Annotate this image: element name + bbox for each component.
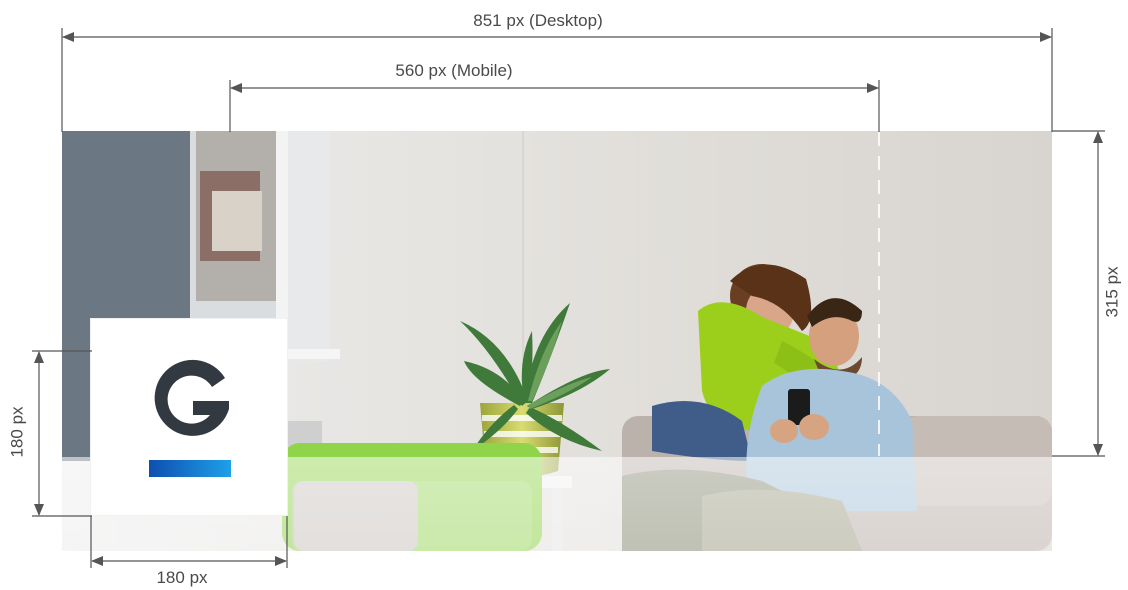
cover-photo-dimension-diagram: 851 px (Desktop) 560 px (Mobile) 315 px … (0, 0, 1128, 590)
mobile-width-dimension (229, 80, 880, 132)
profile-width-label: 180 px (156, 568, 208, 587)
profile-logo-box (90, 318, 288, 516)
desktop-width-dimension (61, 28, 1053, 132)
cover-height-dimension (1052, 130, 1105, 457)
desktop-width-label: 851 px (Desktop) (473, 11, 603, 30)
cover-height-label: 315 px (1102, 266, 1122, 318)
logo-accent-bar (149, 460, 231, 477)
profile-height-label: 180 px (7, 406, 27, 458)
mobile-width-label: 560 px (Mobile) (395, 61, 513, 80)
g-logo-icon (154, 359, 229, 436)
